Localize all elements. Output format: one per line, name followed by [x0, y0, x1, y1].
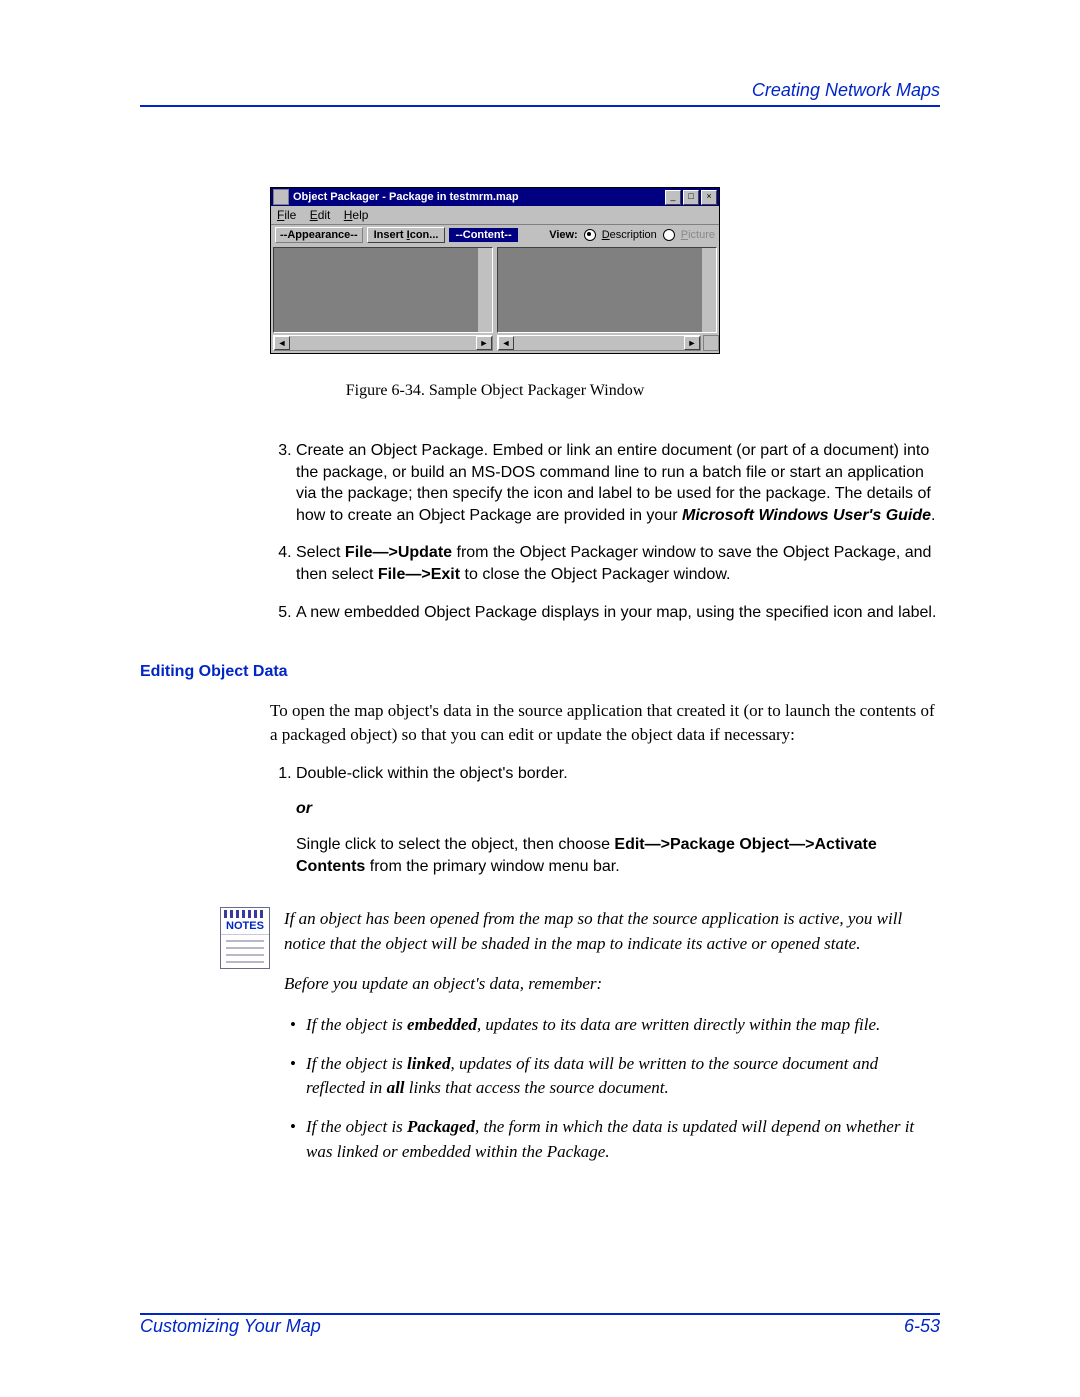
- close-button[interactable]: ×: [701, 190, 717, 205]
- header-rule: [140, 105, 940, 107]
- scrollbar-vertical[interactable]: [701, 248, 716, 332]
- step-3: Create an Object Package. Embed or link …: [296, 440, 940, 526]
- step-4: Select File—>Update from the Object Pack…: [296, 542, 940, 585]
- figure-object-packager: Object Packager - Package in testmrm.map…: [270, 187, 720, 354]
- procedure-list-b: Double-click within the object's border.…: [270, 763, 940, 877]
- radio-picture[interactable]: [663, 229, 675, 241]
- appearance-pane: [273, 247, 493, 333]
- radio-picture-label: Picture: [681, 229, 715, 241]
- figure-caption: Figure 6-34. Sample Object Packager Wind…: [270, 382, 720, 400]
- notes-icon: NOTES: [220, 907, 270, 969]
- menu-file[interactable]: File: [277, 208, 296, 222]
- step-1: Double-click within the object's border.…: [296, 763, 940, 877]
- scrollbar-horizontal[interactable]: ◄►: [273, 335, 493, 351]
- notes-body: If an object has been opened from the ma…: [284, 907, 940, 1178]
- view-label: View:: [549, 229, 578, 241]
- content-pane: [497, 247, 717, 333]
- maximize-button[interactable]: □: [683, 190, 699, 205]
- page-header-right: Creating Network Maps: [140, 80, 940, 101]
- procedure-list-a: Create an Object Package. Embed or link …: [270, 440, 940, 623]
- insert-icon-button[interactable]: Insert Icon...: [367, 227, 446, 243]
- menu-edit[interactable]: Edit: [310, 208, 331, 222]
- footer-right: 6-53: [904, 1316, 940, 1337]
- footer-rule: [140, 1313, 940, 1315]
- window-title: Object Packager - Package in testmrm.map: [293, 191, 663, 203]
- footer-left: Customizing Your Map: [140, 1316, 321, 1337]
- scrollbar-horizontal[interactable]: ◄►: [497, 335, 701, 351]
- menu-bar: File Edit Help: [271, 206, 719, 224]
- or-label: or: [296, 800, 312, 817]
- heading-editing-object-data: Editing Object Data: [140, 663, 940, 681]
- radio-description-label[interactable]: Description: [602, 229, 657, 241]
- app-icon: [273, 189, 289, 205]
- menu-help[interactable]: Help: [344, 208, 369, 222]
- appearance-label: --Appearance--: [275, 227, 363, 243]
- scrollbar-vertical[interactable]: [477, 248, 492, 332]
- step-5: A new embedded Object Package displays i…: [296, 602, 940, 624]
- minimize-button[interactable]: _: [665, 190, 681, 205]
- section2-intro: To open the map object's data in the sou…: [270, 699, 940, 747]
- radio-description[interactable]: [584, 229, 596, 241]
- resize-grip[interactable]: [703, 335, 719, 351]
- content-label: --Content--: [449, 228, 517, 242]
